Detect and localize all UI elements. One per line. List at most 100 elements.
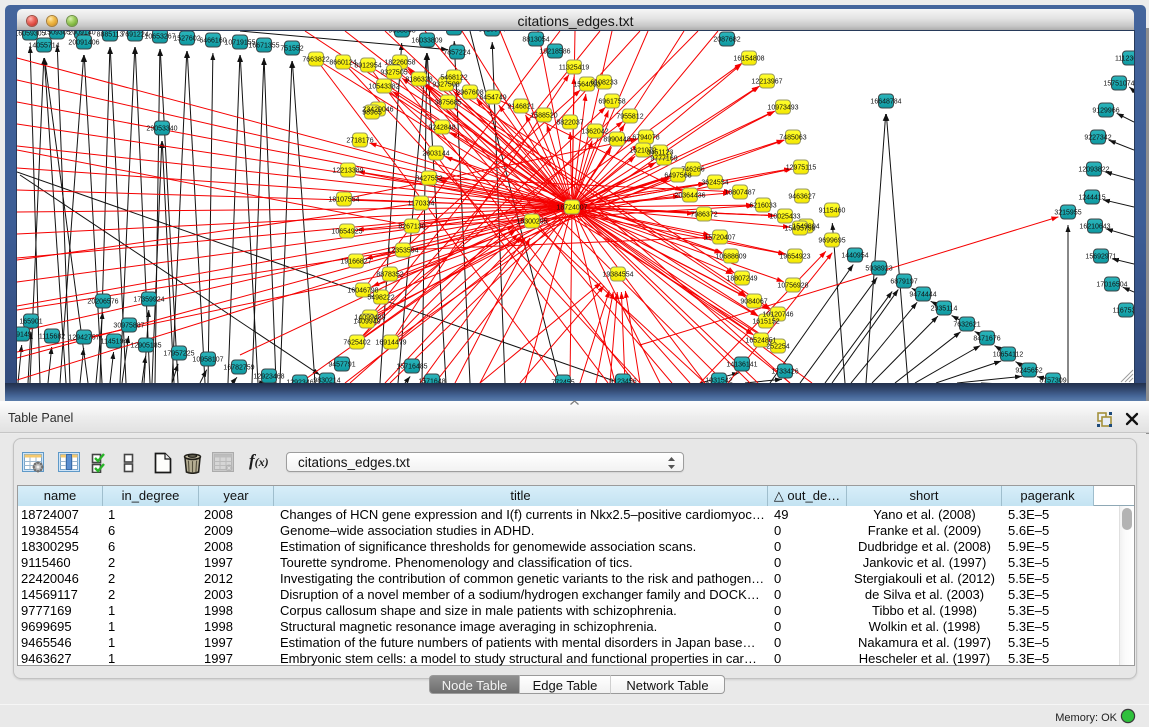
svg-text:10807487: 10807487 (724, 190, 755, 197)
svg-text:16059305: 16059305 (17, 31, 46, 38)
svg-text:9115460: 9115460 (819, 208, 846, 215)
svg-text:12905185: 12905185 (130, 343, 161, 350)
svg-text:3451123: 3451123 (647, 150, 674, 157)
svg-text:7625402: 7625402 (343, 340, 370, 347)
svg-text:9063848: 9063848 (388, 31, 415, 35)
svg-text:7986372: 7986372 (690, 212, 717, 219)
svg-text:165901: 165901 (19, 319, 42, 326)
svg-text:3875685: 3875685 (434, 100, 461, 107)
svg-text:252254: 252254 (766, 344, 789, 351)
svg-text:1588520: 1588520 (530, 113, 557, 120)
svg-text:6466160: 6466160 (199, 38, 226, 45)
svg-text:12975115: 12975115 (786, 165, 817, 172)
svg-text:6879197: 6879197 (890, 279, 917, 286)
svg-text:8822037: 8822037 (556, 120, 583, 127)
svg-text:12213967: 12213967 (751, 79, 782, 86)
svg-text:12923468: 12923468 (253, 374, 284, 381)
svg-text:15495758: 15495758 (784, 226, 815, 233)
svg-text:6794078: 6794078 (632, 135, 659, 142)
svg-text:10653267: 10653267 (144, 34, 175, 41)
svg-text:1244415: 1244415 (1078, 195, 1105, 202)
svg-text:10543382: 10543382 (368, 84, 399, 91)
svg-text:2009140: 2009140 (68, 31, 95, 37)
svg-text:8885113: 8885113 (97, 32, 124, 39)
svg-text:8990448: 8990448 (603, 137, 630, 144)
svg-text:1167533: 1167533 (1113, 308, 1134, 315)
svg-text:2935114: 2935114 (931, 306, 958, 313)
svg-text:1362042: 1362042 (581, 129, 608, 136)
svg-text:12942757: 12942757 (68, 335, 99, 342)
svg-text:17359924: 17359924 (133, 297, 164, 304)
svg-text:8427552: 8427552 (415, 176, 442, 183)
svg-text:7857224: 7857224 (443, 50, 470, 57)
svg-text:9227342: 9227342 (1084, 135, 1111, 142)
svg-text:17957225: 17957225 (163, 351, 194, 358)
svg-text:6216033: 6216033 (749, 203, 776, 210)
svg-text:7663822: 7663822 (302, 57, 329, 64)
svg-text:29053340: 29053340 (146, 126, 177, 133)
svg-text:8471676: 8471676 (973, 336, 1000, 343)
svg-text:18226058: 18226058 (384, 60, 415, 67)
svg-text:16033809: 16033809 (411, 38, 442, 45)
svg-text:16671355: 16671355 (248, 43, 279, 50)
svg-text:1527602: 1527602 (173, 36, 200, 43)
svg-text:12353594: 12353594 (387, 248, 418, 255)
svg-text:16782759: 16782759 (223, 365, 254, 372)
svg-text:1170334: 1170334 (408, 201, 435, 208)
svg-text:8267130: 8267130 (398, 224, 425, 231)
svg-text:18107554: 18107554 (328, 197, 359, 204)
svg-text:9327508: 9327508 (432, 82, 459, 89)
svg-text:39149: 39149 (17, 332, 32, 339)
svg-text:9474444: 9474444 (909, 292, 936, 299)
svg-text:10756928: 10756928 (777, 283, 808, 290)
svg-text:15720407: 15720407 (704, 235, 735, 242)
svg-text:11123044: 11123044 (1115, 56, 1134, 63)
svg-text:14055714: 14055714 (28, 43, 59, 50)
svg-text:8813054: 8813054 (522, 37, 549, 44)
svg-text:5468122: 5468122 (440, 75, 467, 82)
svg-text:3624554: 3624554 (701, 180, 728, 187)
svg-text:812304: 812304 (442, 31, 465, 33)
svg-text:2803144: 2803144 (422, 151, 449, 158)
svg-text:2087682: 2087682 (713, 37, 740, 44)
svg-text:16648784: 16648784 (870, 99, 901, 106)
svg-text:8912954: 8912954 (354, 63, 381, 70)
svg-text:9457791: 9457791 (328, 362, 355, 369)
svg-text:16154808: 16154808 (733, 56, 764, 63)
svg-text:8660124: 8660124 (329, 60, 356, 67)
svg-text:10958107: 10958107 (192, 357, 223, 364)
svg-text:10973493: 10973493 (767, 105, 798, 112)
svg-text:11325419: 11325419 (559, 65, 590, 72)
svg-text:6497568: 6497568 (664, 173, 691, 180)
svg-text:751552: 751552 (280, 46, 303, 53)
svg-text:7485063: 7485063 (779, 135, 806, 142)
svg-text:6961758: 6961758 (598, 99, 625, 106)
svg-text:1440954: 1440954 (841, 253, 868, 260)
svg-text:9327505: 9327505 (380, 70, 407, 77)
svg-text:18300295: 18300295 (516, 219, 547, 226)
svg-text:20364436: 20364436 (674, 193, 705, 200)
svg-text:1145194: 1145194 (101, 339, 128, 346)
svg-text:1733426: 1733426 (771, 369, 798, 376)
svg-text:16914479: 16914479 (375, 340, 406, 347)
svg-text:10688609: 10688609 (715, 254, 746, 261)
svg-text:10120746: 10120746 (762, 312, 793, 319)
svg-text:16210643: 16210643 (1079, 224, 1110, 231)
svg-text:1509305: 1509305 (43, 31, 70, 37)
svg-text:12213389: 12213389 (332, 168, 363, 175)
svg-text:1409949: 1409949 (353, 319, 380, 326)
svg-text:10654925: 10654925 (331, 229, 362, 236)
svg-text:98965: 98965 (362, 110, 382, 117)
svg-text:8454749: 8454749 (479, 95, 506, 102)
svg-text:7955812: 7955812 (616, 114, 643, 121)
svg-text:3215955: 3215955 (1054, 210, 1081, 217)
svg-text:9242848: 9242848 (428, 125, 455, 132)
svg-text:9463627: 9463627 (788, 194, 815, 201)
svg-text:2718176: 2718176 (346, 138, 373, 145)
svg-text:19218586: 19218586 (539, 49, 570, 56)
svg-text:9084067: 9084067 (740, 299, 767, 306)
svg-text:15751074: 15751074 (1103, 81, 1134, 88)
svg-text:9146821: 9146821 (507, 104, 534, 111)
svg-text:7632621: 7632621 (953, 322, 980, 329)
svg-text:20206576: 20206576 (87, 299, 118, 306)
